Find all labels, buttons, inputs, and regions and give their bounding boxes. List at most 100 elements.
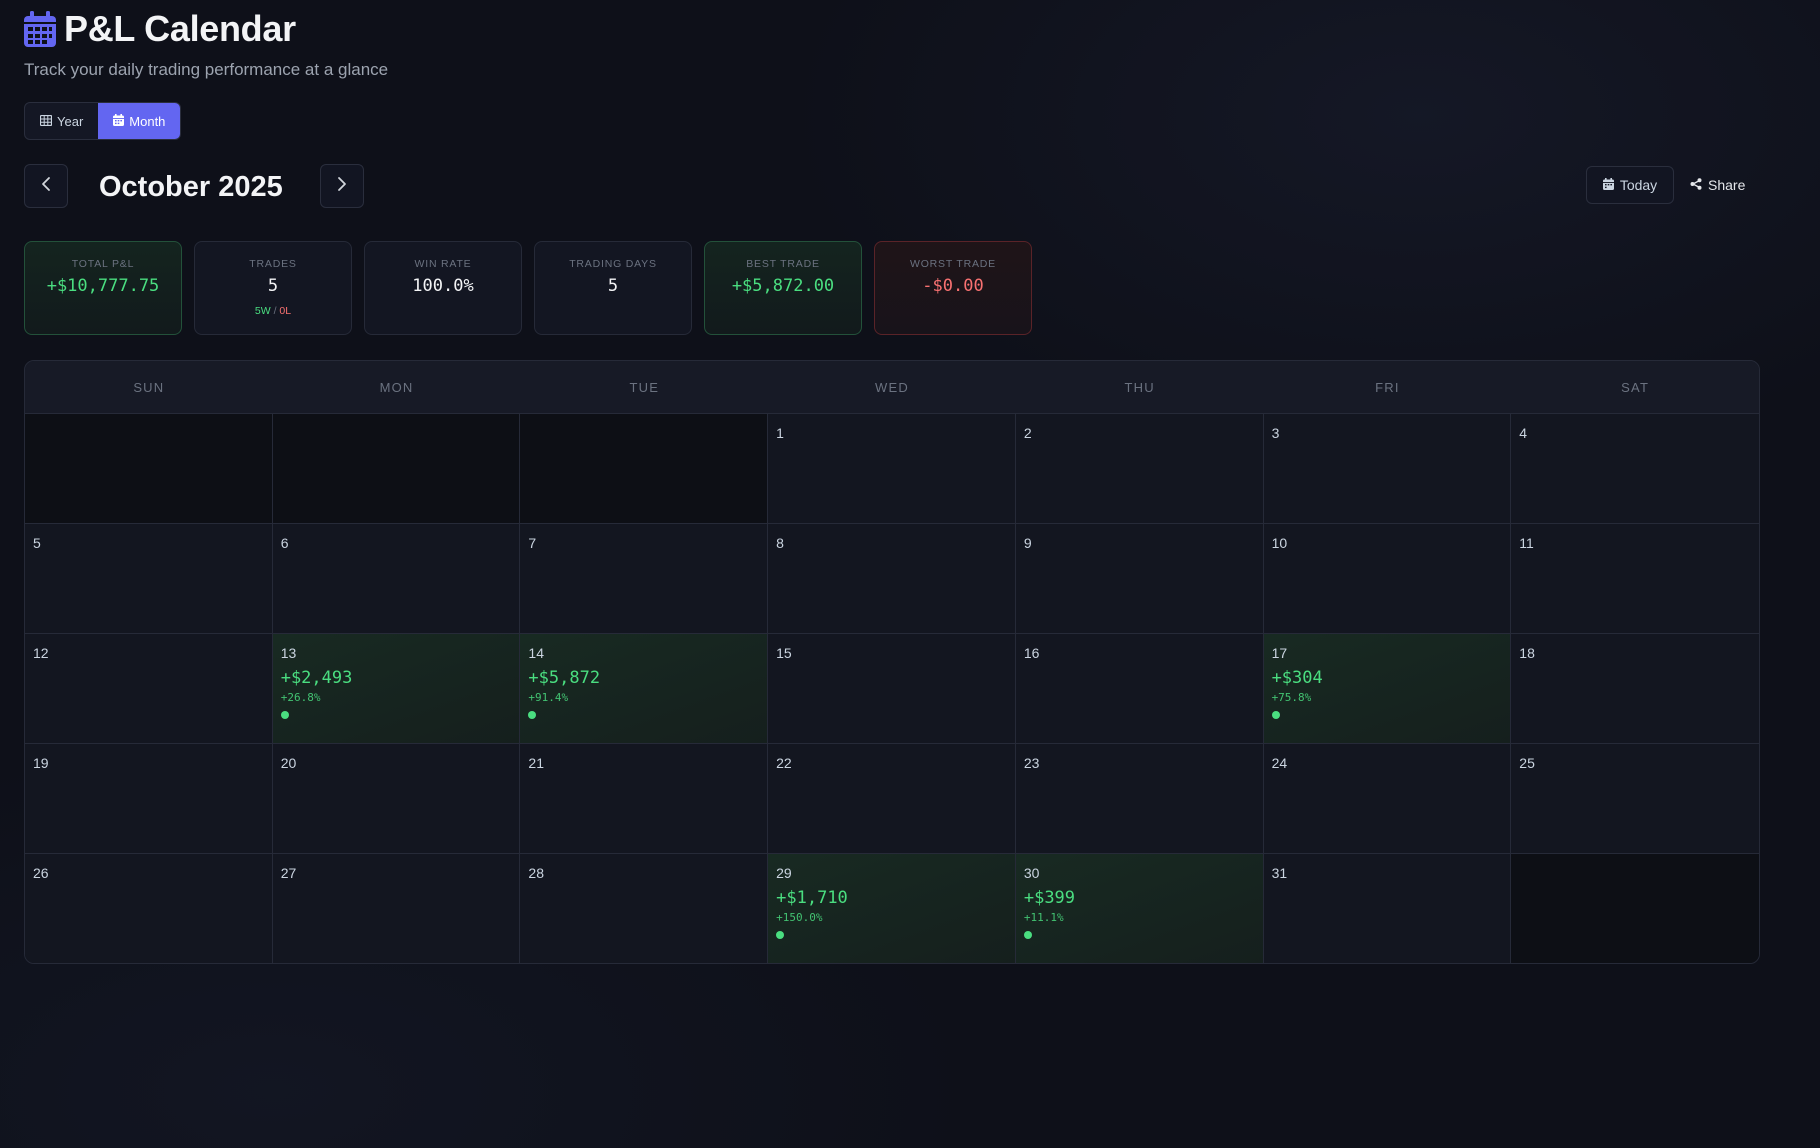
calendar-day-cell[interactable]: 28 — [520, 854, 769, 963]
calendar-day-cell[interactable]: 23 — [1015, 744, 1264, 854]
table-grid-icon — [39, 114, 53, 129]
empty-day-cell — [272, 414, 521, 524]
win-loss-separator: / — [273, 305, 277, 317]
total-pnl-card: TOTAL P&L +$10,777.75 — [24, 241, 182, 335]
calendar-day-cell[interactable]: 13 +$2,493 +26.8% — [272, 634, 521, 744]
day-number: 9 — [1023, 535, 1032, 551]
share-icon — [1690, 177, 1702, 193]
trade-indicator-dot — [776, 931, 785, 939]
today-label: Today — [1619, 177, 1658, 193]
calendar-icon — [1602, 177, 1614, 193]
calendar-day-cell[interactable]: 15 — [768, 634, 1016, 744]
win-loss-breakdown: 5W / 0L — [255, 305, 291, 317]
stat-label: WORST TRADE — [909, 258, 996, 270]
day-pnl-percent: +150.0% — [776, 911, 823, 924]
day-number: 24 — [1271, 755, 1288, 771]
calendar-day-cell[interactable]: 4 — [1511, 414, 1759, 524]
calendar-day-cell[interactable]: 29 +$1,710 +150.0% — [768, 854, 1016, 963]
day-number: 14 — [528, 645, 544, 661]
empty-day-cell — [1511, 854, 1759, 963]
day-number: 1 — [776, 425, 784, 441]
current-month-label: October 2025 — [99, 171, 283, 203]
calendar-day-cell[interactable]: 8 — [768, 524, 1016, 634]
calendar-day-cell[interactable]: 1 — [768, 414, 1016, 524]
losses-count: 0L — [279, 305, 292, 317]
empty-day-cell — [520, 414, 769, 524]
calendar-day-cell[interactable]: 26 — [25, 854, 273, 963]
page-header: P&L Calendar Track your daily trading pe… — [24, 6, 388, 80]
calendar-day-cell[interactable]: 7 — [520, 524, 769, 634]
calendar-day-cell[interactable]: 22 — [768, 744, 1016, 854]
trade-indicator-dot — [280, 711, 289, 719]
calendar-day-cell[interactable]: 20 — [272, 744, 521, 854]
day-number: 11 — [1519, 535, 1534, 551]
calendar-day-cell[interactable]: 2 — [1015, 414, 1264, 524]
day-number: 3 — [1271, 425, 1280, 441]
month-view-button[interactable]: Month — [98, 103, 181, 139]
weekday-label: MON — [379, 379, 414, 395]
calendar-day-cell[interactable]: 9 — [1015, 524, 1264, 634]
day-number: 7 — [528, 535, 537, 551]
day-pnl: +$399 — [1023, 888, 1076, 908]
year-view-button[interactable]: Year — [25, 103, 98, 139]
calendar-day-cell[interactable]: 3 — [1263, 414, 1512, 524]
empty-day-cell — [25, 414, 273, 524]
day-number: 22 — [776, 755, 792, 771]
calendar-day-cell[interactable]: 18 — [1511, 634, 1759, 744]
day-pnl: +$1,710 — [776, 888, 848, 908]
today-button[interactable]: Today — [1586, 166, 1674, 204]
trades-value: 5 — [267, 276, 279, 296]
day-number: 13 — [280, 645, 297, 661]
day-number: 31 — [1271, 865, 1288, 881]
calendar-day-cell[interactable]: 30 +$399 +11.1% — [1015, 854, 1264, 963]
calendar-day-cell[interactable]: 24 — [1263, 744, 1512, 854]
stat-label: TOTAL P&L — [71, 258, 135, 270]
day-pnl: +$5,872 — [528, 668, 601, 688]
calendar-day-cell[interactable]: 14 +$5,872 +91.4% — [520, 634, 769, 744]
calendar-day-cell[interactable]: 21 — [520, 744, 769, 854]
month-view-label: Month — [129, 113, 166, 129]
day-number: 25 — [1519, 755, 1535, 771]
wins-count: 5W — [254, 305, 271, 317]
weekday-label: THU — [1124, 379, 1155, 395]
weekday-label: SUN — [133, 379, 165, 395]
calendar-day-cell[interactable]: 27 — [272, 854, 521, 963]
weekday-label: TUE — [629, 379, 660, 395]
stats-row: TOTAL P&L +$10,777.75 TRADES 5 5W / 0L W… — [24, 241, 1032, 335]
worst-trade-value: -$0.00 — [922, 276, 984, 296]
chevron-left-icon — [40, 176, 52, 197]
calendar-day-cell[interactable]: 5 — [25, 524, 273, 634]
worst-trade-card: WORST TRADE -$0.00 — [874, 241, 1032, 335]
day-number: 23 — [1023, 755, 1040, 771]
calendar-day-cell[interactable]: 19 — [25, 744, 273, 854]
next-month-button[interactable] — [320, 164, 364, 208]
day-number: 19 — [33, 755, 49, 771]
day-number: 12 — [33, 645, 49, 661]
day-pnl: +$2,493 — [280, 668, 353, 688]
share-label: Share — [1708, 177, 1746, 193]
calendar-day-cell[interactable]: 12 — [25, 634, 273, 744]
calendar-day-cell[interactable]: 10 — [1263, 524, 1512, 634]
calendar-day-cell[interactable]: 6 — [272, 524, 521, 634]
calendar-icon — [113, 113, 125, 129]
month-calendar: SUN MON TUE WED THU FRI SAT 1 2 3 4 5 6 7 8 9 10 11 12 13 +… — [24, 360, 1760, 964]
stat-label: TRADING DAYS — [569, 258, 657, 270]
share-button[interactable]: Share — [1690, 166, 1745, 204]
weekday-label: WED — [875, 379, 909, 395]
day-number: 29 — [776, 865, 792, 881]
weekday-label: SAT — [1621, 379, 1650, 395]
page-subtitle: Track your daily trading performance at … — [24, 60, 389, 79]
calendar-day-cell[interactable]: 11 — [1511, 524, 1759, 634]
calendar-day-cell[interactable]: 16 — [1015, 634, 1264, 744]
calendar-grid: 1 2 3 4 5 6 7 8 9 10 11 12 13 +$2,493 +26.8% 14 +$5,872 +… — [25, 414, 1759, 963]
trading-days-value: 5 — [607, 276, 619, 296]
calendar-day-cell[interactable]: 25 — [1511, 744, 1759, 854]
day-number: 2 — [1023, 425, 1032, 441]
previous-month-button[interactable] — [24, 164, 68, 208]
calendar-day-cell[interactable]: 31 — [1263, 854, 1512, 963]
win-rate-value: 100.0% — [412, 276, 474, 296]
calendar-day-cell[interactable]: 17 +$304 +75.8% — [1263, 634, 1512, 744]
day-number: 6 — [280, 535, 289, 551]
day-number: 15 — [776, 645, 792, 661]
day-number: 28 — [528, 865, 544, 881]
